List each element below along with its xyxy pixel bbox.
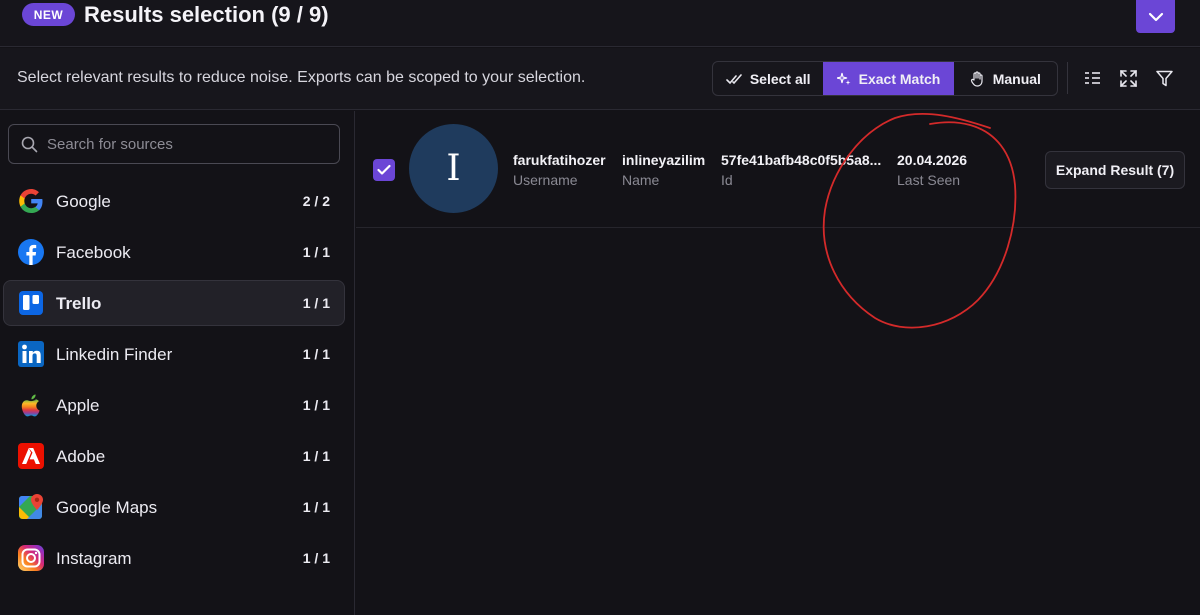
hand-icon	[970, 70, 983, 87]
results-panel: I farukfatihozer Username inlineyazilim …	[356, 111, 1200, 615]
source-item-google-maps[interactable]: Google Maps 1 / 1	[3, 484, 345, 530]
last-seen-value: 20.04.2026	[897, 152, 968, 168]
last-seen-label: Last Seen	[897, 172, 961, 188]
id-field: 57fe41bafb48c0f5b5a8... Id	[721, 152, 881, 188]
checkmark-icon	[377, 164, 391, 175]
source-name: Google	[56, 192, 111, 211]
source-count: 1 / 1	[302, 346, 330, 362]
source-count: 1 / 1	[302, 448, 330, 464]
google-icon	[19, 189, 43, 213]
linkedin-icon	[18, 341, 44, 367]
source-count: 1 / 1	[302, 550, 330, 566]
trello-icon	[19, 291, 43, 315]
result-checkbox[interactable]	[373, 159, 395, 181]
sources-sidebar: Google 2 / 2 Facebook 1 / 1 Trello 1 / 1…	[0, 111, 355, 615]
source-name: Linkedin Finder	[56, 345, 173, 364]
header: NEW Results selection (9 / 9)	[0, 0, 1200, 47]
list-view-icon	[1084, 72, 1100, 84]
selection-toolbar: Select relevant results to reduce noise.…	[0, 48, 1200, 110]
result-row: I farukfatihozer Username inlineyazilim …	[356, 111, 1200, 228]
toolbar-divider	[1067, 62, 1068, 94]
source-count: 1 / 1	[302, 397, 330, 413]
expand-result-button[interactable]: Expand Result (7)	[1045, 151, 1185, 189]
id-value: 57fe41bafb48c0f5b5a8...	[721, 152, 882, 168]
source-count: 2 / 2	[302, 193, 330, 209]
source-count: 1 / 1	[302, 499, 330, 515]
selection-hint: Select relevant results to reduce noise.…	[17, 69, 586, 86]
username-field: farukfatihozer Username	[513, 152, 606, 188]
select-all-label: Select all	[749, 70, 811, 87]
double-check-icon	[726, 73, 742, 84]
username-value: farukfatihozer	[513, 152, 606, 168]
sparkle-icon	[836, 72, 851, 85]
facebook-icon	[18, 239, 44, 265]
source-name: Instagram	[56, 549, 132, 568]
search-box	[8, 124, 340, 164]
source-count: 1 / 1	[302, 295, 330, 311]
chevron-down-icon	[1148, 12, 1163, 21]
source-item-google[interactable]: Google 2 / 2	[3, 178, 345, 224]
collapse-button[interactable]	[1136, 0, 1175, 33]
manual-button[interactable]: Manual	[954, 62, 1057, 95]
id-label: Id	[721, 172, 733, 188]
expand-arrows-icon	[1119, 69, 1137, 87]
source-item-trello[interactable]: Trello 1 / 1	[3, 280, 345, 326]
manual-label: Manual	[992, 70, 1041, 87]
select-all-button[interactable]: Select all	[713, 62, 823, 95]
search-input[interactable]	[47, 125, 327, 163]
source-name: Google Maps	[56, 498, 158, 517]
source-item-adobe[interactable]: Adobe 1 / 1	[3, 433, 345, 479]
source-name: Facebook	[56, 243, 131, 262]
source-name: Trello	[56, 294, 102, 313]
instagram-icon	[18, 545, 44, 571]
filter-button[interactable]	[1155, 69, 1173, 87]
source-item-facebook[interactable]: Facebook 1 / 1	[3, 229, 345, 275]
filter-icon	[1155, 70, 1173, 86]
username-label: Username	[513, 172, 578, 188]
name-field: inlineyazilim Name	[622, 152, 705, 188]
search-icon	[21, 136, 38, 153]
source-count: 1 / 1	[302, 244, 330, 260]
last-seen-field: 20.04.2026 Last Seen	[897, 152, 967, 188]
fullscreen-button[interactable]	[1119, 69, 1137, 87]
source-item-instagram[interactable]: Instagram 1 / 1	[3, 535, 345, 581]
apple-icon	[21, 394, 40, 417]
source-name: Adobe	[56, 447, 106, 466]
name-value: inlineyazilim	[622, 152, 706, 168]
list-view-button[interactable]	[1083, 69, 1101, 87]
google-maps-icon	[19, 494, 43, 519]
page-title: Results selection (9 / 9)	[84, 2, 329, 27]
name-label: Name	[622, 172, 660, 188]
exact-match-button[interactable]: Exact Match	[823, 62, 954, 95]
source-item-linkedin-finder[interactable]: Linkedin Finder 1 / 1	[3, 331, 345, 377]
source-name: Apple	[56, 396, 100, 415]
adobe-icon	[18, 443, 44, 469]
new-badge: NEW	[22, 3, 75, 26]
avatar: I	[409, 124, 498, 213]
exact-match-label: Exact Match	[858, 70, 941, 87]
source-item-apple[interactable]: Apple 1 / 1	[3, 382, 345, 428]
match-mode-segmented-control: Select all Exact Match Manual	[712, 61, 1058, 96]
